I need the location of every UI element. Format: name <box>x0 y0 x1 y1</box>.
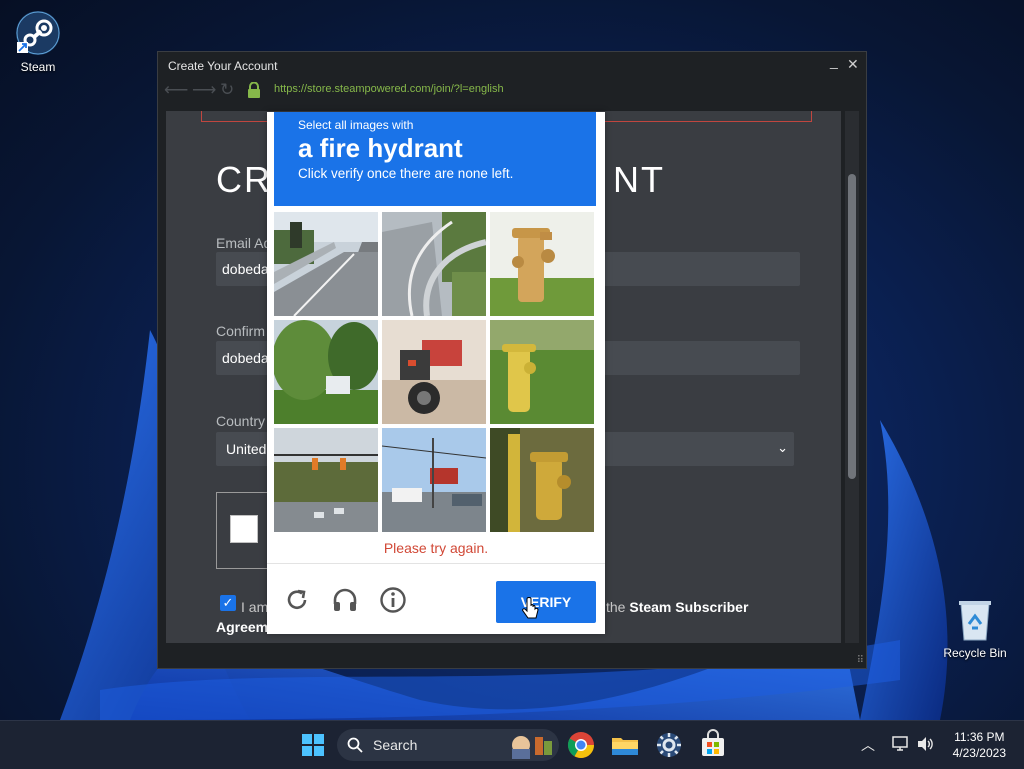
captcha-tile-3[interactable] <box>490 212 594 316</box>
fire-hydrant-image <box>490 428 594 532</box>
page-heading-tail: NT <box>613 159 665 200</box>
country-value: United <box>226 441 267 457</box>
road-guardrail-image <box>382 212 486 316</box>
email-label: Email Ad <box>216 235 272 251</box>
desktop-icon-label: Recycle Bin <box>943 646 1007 660</box>
motorcycle-image <box>382 320 486 424</box>
captcha-tile-8[interactable] <box>382 428 486 532</box>
taskbar: Search ︿ 11:36 PM 4/23/2023 <box>0 720 1024 769</box>
navigation-bar: ⟵ ⟶ ↻ https://store.steampowered.com/joi… <box>158 78 866 102</box>
forward-arrow-icon[interactable]: ⟶ <box>192 80 216 100</box>
file-explorer-icon[interactable] <box>609 729 641 761</box>
headphones-icon[interactable] <box>331 586 359 614</box>
reload-icon[interactable]: ↻ <box>220 80 234 100</box>
search-highlight-icon <box>512 736 552 759</box>
chevron-down-icon: ⌄ <box>777 440 788 455</box>
captcha-grid <box>274 212 596 534</box>
info-icon[interactable] <box>379 586 407 614</box>
steam-taskbar-icon[interactable] <box>653 729 685 761</box>
recaptcha-widget <box>216 492 270 569</box>
captcha-tile-5[interactable] <box>382 320 486 424</box>
resize-grip-icon[interactable]: ⠿ <box>857 655 864 666</box>
minimize-button[interactable]: _ <box>830 53 838 69</box>
agree-checkbox[interactable]: ✓ <box>220 595 236 611</box>
search-icon <box>347 737 363 753</box>
agree-text: I am <box>241 599 269 615</box>
recycle-bin-icon <box>959 601 991 641</box>
search-label: Search <box>373 737 418 753</box>
captcha-instruction: Select all images with <box>298 118 414 132</box>
scrollbar[interactable] <box>845 111 859 643</box>
captcha-tile-2[interactable] <box>382 212 486 316</box>
street-signs-image <box>382 428 486 532</box>
desktop-icon-steam[interactable]: Steam <box>0 10 78 74</box>
captcha-footer: VERIFY <box>267 563 605 635</box>
window-titlebar[interactable]: Create Your Account _ ✕ <box>158 52 866 78</box>
chevron-up-icon[interactable]: ︿ <box>861 735 875 755</box>
network-icon[interactable] <box>892 736 910 752</box>
agree-text-right: the Steam Subscriber <box>606 599 748 615</box>
chrome-icon[interactable] <box>565 729 597 761</box>
windows-start-icon[interactable] <box>297 729 329 761</box>
confirm-email-label: Confirm <box>216 323 266 339</box>
captcha-tile-6[interactable] <box>490 320 594 424</box>
captcha-subtext: Click verify once there are none left. <box>298 166 514 181</box>
window-title: Create Your Account <box>168 59 278 73</box>
desktop-icon-label: Steam <box>20 60 56 74</box>
clock-time: 11:36 PM <box>954 730 1005 744</box>
captcha-tile-9[interactable] <box>490 428 594 532</box>
highway-image <box>274 212 378 316</box>
country-label: Country <box>216 413 266 429</box>
system-clock[interactable]: 11:36 PM 4/23/2023 <box>953 729 1006 761</box>
steam-icon <box>16 11 60 55</box>
captcha-challenge: Select all images with a fire hydrant Cl… <box>267 112 605 634</box>
captcha-tile-4[interactable] <box>274 320 378 424</box>
agreement-link-continued[interactable]: Agreem <box>216 619 268 635</box>
trees-image <box>274 320 378 424</box>
volume-icon[interactable] <box>916 736 934 752</box>
reload-challenge-icon[interactable] <box>283 586 311 614</box>
desktop-icon-recycle-bin[interactable]: Recycle Bin <box>935 598 1015 660</box>
back-arrow-icon[interactable]: ⟵ <box>164 80 188 100</box>
captcha-tile-7[interactable] <box>274 428 378 532</box>
agree-prefix: the <box>606 599 626 615</box>
address-bar[interactable]: https://store.steampowered.com/join/?l=e… <box>274 83 504 95</box>
taskbar-search[interactable]: Search <box>337 729 559 761</box>
close-button[interactable]: ✕ <box>847 56 859 73</box>
captcha-header: Select all images with a fire hydrant Cl… <box>274 112 596 206</box>
lock-icon <box>248 82 260 98</box>
hand-cursor-icon <box>522 597 539 619</box>
fire-hydrant-image <box>490 320 594 424</box>
recaptcha-checkbox[interactable] <box>230 515 258 543</box>
store-icon[interactable] <box>697 729 729 761</box>
captcha-tile-1[interactable] <box>274 212 378 316</box>
scrollbar-thumb[interactable] <box>848 174 856 479</box>
fire-hydrant-image <box>490 212 594 316</box>
verify-button[interactable]: VERIFY <box>496 581 596 623</box>
subscriber-agreement-link[interactable]: Steam Subscriber <box>629 599 748 615</box>
captcha-target: a fire hydrant <box>298 133 463 163</box>
clock-date: 4/23/2023 <box>952 746 1006 760</box>
captcha-error: Please try again. <box>383 540 489 556</box>
traffic-street-image <box>274 428 378 532</box>
